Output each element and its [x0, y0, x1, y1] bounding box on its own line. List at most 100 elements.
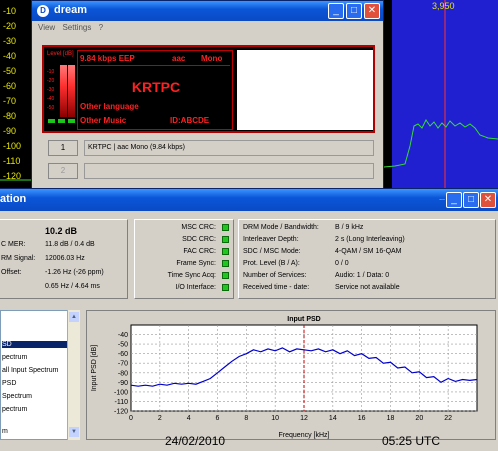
- scroll-down-icon[interactable]: ▼: [69, 427, 79, 437]
- x-tick-label: 12: [300, 415, 308, 422]
- info-key: DRM Mode / Bandwidth:: [243, 224, 319, 231]
- crc-label-frame-sync: Frame Sync:: [176, 260, 216, 267]
- crc-led-fac: [222, 248, 229, 255]
- x-tick-label: 18: [387, 415, 395, 422]
- info-key: Number of Services:: [243, 272, 307, 279]
- minimize-button[interactable]: _: [446, 192, 462, 208]
- x-tick-label: 22: [444, 415, 452, 422]
- crc-label-sdc: SDC CRC:: [182, 236, 216, 243]
- service-label-1: KRTPC | aac Mono (9.84 kbps): [84, 140, 374, 156]
- x-tick-label: 2: [158, 415, 162, 422]
- crc-led-time-sync: [222, 272, 229, 279]
- maximize-button[interactable]: □: [463, 192, 479, 208]
- crc-led-frame-sync: [222, 260, 229, 267]
- chart-title: Input PSD: [287, 316, 320, 323]
- info-value: 0 / 0: [335, 260, 349, 267]
- y-tick-label: -70: [118, 361, 128, 368]
- lcd-mode: Mono: [201, 54, 223, 63]
- info-key: SDC / MSC Mode:: [243, 248, 301, 255]
- lcd-id: ID:ABCDE: [170, 116, 210, 125]
- level-bar-right: [68, 65, 75, 117]
- minimize-button[interactable]: _: [328, 3, 344, 19]
- drm-signal-label: RM Signal:: [1, 255, 36, 262]
- scope-y-label: -90: [3, 126, 17, 136]
- chart-list-item[interactable]: SD: [2, 341, 67, 348]
- chart-list-scrollbar[interactable]: ▲ ▼: [67, 310, 80, 440]
- service-button-1[interactable]: 1: [48, 140, 78, 156]
- scroll-up-icon[interactable]: ▲: [69, 312, 79, 322]
- y-tick-label: -60: [118, 351, 128, 358]
- service-button-2[interactable]: 2: [48, 163, 78, 179]
- menu-settings[interactable]: Settings: [62, 23, 91, 32]
- x-tick-label: 10: [271, 415, 279, 422]
- maximize-button[interactable]: □: [346, 3, 362, 19]
- crc-label-msc: MSC CRC:: [181, 224, 216, 231]
- x-tick-label: 20: [415, 415, 423, 422]
- scope-y-label: -70: [3, 96, 17, 106]
- app-icon: D: [37, 5, 49, 17]
- status-led: [58, 119, 65, 123]
- menu-help[interactable]: ?: [99, 23, 103, 32]
- lcd-image-area: [237, 50, 373, 130]
- dream-window: D dream _ □ ✕ View Settings ? Level [dB]…: [31, 0, 384, 190]
- crc-label-io: I/O Interface:: [175, 284, 216, 291]
- x-tick-label: 16: [358, 415, 366, 422]
- drm-signal-value: 12006.03 Hz: [45, 255, 85, 262]
- scope-y-label: -110: [3, 156, 21, 166]
- x-tick-label: 0: [129, 415, 133, 422]
- lcd-bitrate: 9.84 kbps EEP: [80, 54, 135, 63]
- snr-value: 10.2 dB: [45, 226, 78, 236]
- close-button[interactable]: ✕: [480, 192, 496, 208]
- service-label-2: [84, 163, 374, 179]
- chart-list-item[interactable]: pectrum: [2, 406, 27, 413]
- x-tick-label: 14: [329, 415, 337, 422]
- info-key: Prot. Level (B / A):: [243, 260, 300, 267]
- y-tick-label: -90: [118, 380, 128, 387]
- evaluation-window: ation ... _ □ ✕ 10.2 dB C MER: 11.8 dB /…: [0, 188, 498, 451]
- x-axis-label: Frequency [kHz]: [279, 432, 330, 439]
- chart-list-item[interactable]: Spectrum: [2, 393, 32, 400]
- y-axis-label: Input PSD [dB]: [91, 345, 98, 391]
- date-text: 24/02/2010: [165, 434, 226, 448]
- scope-y-label: -20: [3, 21, 17, 31]
- time-text: 05:25 UTC: [382, 434, 441, 448]
- info-value: B / 9 kHz: [335, 224, 364, 231]
- chart-list-item[interactable]: pectrum: [2, 354, 27, 361]
- evaluation-window-title: ation: [0, 193, 27, 205]
- y-tick-label: -100: [114, 389, 128, 396]
- info-key: Received time - date:: [243, 284, 310, 291]
- x-tick-label: 8: [244, 415, 248, 422]
- info-value: 2 s (Long Interleaving): [335, 236, 405, 243]
- lcd-text-panel: 9.84 kbps EEP aac Mono KRTPC Other langu…: [77, 50, 233, 130]
- scope-y-label: -40: [3, 51, 17, 61]
- close-button[interactable]: ✕: [364, 3, 380, 19]
- scope-y-label: -10: [3, 6, 17, 16]
- y-tick-label: -40: [118, 332, 128, 339]
- offset-value: -1.26 Hz (-26 ppm): [45, 269, 104, 276]
- chart-list-item[interactable]: m: [2, 428, 8, 435]
- crc-label-fac: FAC CRC:: [183, 248, 216, 255]
- status-led: [68, 119, 75, 123]
- y-tick-label: -110: [115, 399, 129, 406]
- chart-list-item[interactable]: PSD: [2, 380, 16, 387]
- info-value: 4-QAM / SM 16-QAM: [335, 248, 402, 255]
- chart-type-list[interactable]: SD pectrum all Input Spectrum PSD Spectr…: [0, 310, 70, 440]
- dream-title-bar[interactable]: D dream _ □ ✕: [32, 1, 383, 21]
- chart-list-item[interactable]: all Input Spectrum: [2, 367, 58, 374]
- lcd-language: Other language: [80, 102, 139, 111]
- y-tick-label: -50: [118, 342, 128, 349]
- lcd-genre: Other Music: [80, 116, 127, 125]
- lcd-info-row: 9.84 kbps EEP aac Mono: [80, 52, 230, 66]
- evaluation-title-bar[interactable]: ation ... _ □ ✕: [0, 189, 498, 211]
- y-tick-label: -120: [114, 409, 128, 416]
- scope-marker-label: 3,950: [432, 1, 455, 11]
- crc-led-sdc: [222, 236, 229, 243]
- menu-view[interactable]: View: [38, 23, 55, 32]
- psd-chart-panel: Input PSD 0 2 4 6 8 10 12 14 16 18 20 22 -40 -50 -60 -70…: [86, 310, 496, 440]
- status-led: [48, 119, 55, 123]
- lcd-station-name: KRTPC: [131, 79, 181, 95]
- scope-y-label: -30: [3, 36, 17, 46]
- level-tick: -30: [47, 87, 55, 93]
- level-label: Level [dB]: [47, 51, 74, 57]
- scope-y-label: -100: [3, 141, 22, 151]
